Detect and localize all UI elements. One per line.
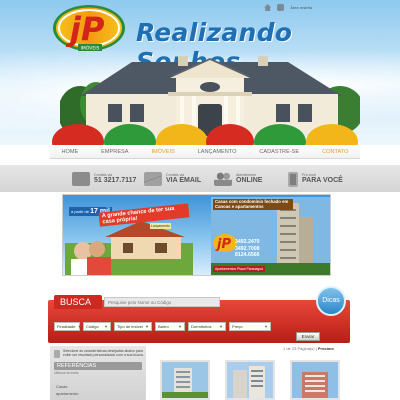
home-icon[interactable]	[264, 4, 272, 11]
select-preco[interactable]: Preço ▼	[229, 322, 271, 331]
contact-online[interactable]: Atendimento ONLINE	[214, 171, 262, 187]
listing-thumbnail[interactable]	[160, 360, 210, 400]
contact-app-text: PARA VOCÊ	[302, 177, 343, 185]
contact-email-text: VIA EMAIL	[166, 177, 202, 185]
select-bairro-label: Bairro	[158, 324, 169, 329]
select-tipo-imovel[interactable]: Tipo de imóvel ▼	[114, 322, 152, 331]
select-preco-label: Preço	[232, 324, 243, 329]
nav-imoveis[interactable]: IMÓVEIS	[151, 149, 174, 155]
sidebar-title: REFERÊNCIAS	[54, 362, 142, 370]
chevron-down-icon: ▼	[219, 324, 223, 329]
svg-text:jP: jP	[65, 10, 105, 48]
banner-right-title: Casas com condomínio fechado em Canoas e…	[213, 199, 293, 211]
listing-thumbnail[interactable]	[290, 360, 340, 400]
listing-photo	[292, 362, 338, 398]
contact-app[interactable]: Pra você PARA VOCÊ	[288, 171, 343, 187]
search-submit-button[interactable]: Enviar	[296, 332, 320, 341]
listing-photo	[227, 362, 273, 398]
sidebar: Selecione as características desejadas a…	[50, 346, 146, 400]
banner-price-small: a partir de	[71, 209, 90, 214]
chevron-down-icon: ▼	[145, 324, 149, 329]
mail-icon	[144, 172, 162, 186]
phone-icon	[72, 172, 90, 186]
search-tab[interactable]: BUSCA	[54, 295, 102, 309]
contact-strip: Contato via 51 3217.7117 Contato via VIA E…	[0, 165, 400, 192]
svg-text:jP: jP	[215, 237, 231, 252]
select-finalidade-label: Finalidade	[57, 324, 76, 329]
main-nav: HOME EMPRESA IMÓVEIS LANÇAMENTO CADASTRE…	[50, 145, 360, 159]
promo-banner[interactable]: a partir de 17 mil A grande chance de te…	[62, 194, 331, 276]
users-icon	[214, 172, 232, 186]
document-icon	[54, 350, 60, 358]
select-dormitorios[interactable]: Dormitórios ▼	[188, 322, 226, 331]
decorative-color-balls	[50, 124, 360, 145]
contact-phone-number: 51 3217.7117	[94, 177, 137, 185]
select-codigo-label: Código	[86, 324, 99, 329]
search-filters: Finalidade ▼ Código ▼ Tipo de imóvel ▼ Bair…	[54, 322, 271, 331]
nav-contato[interactable]: CONTATO	[322, 149, 348, 155]
pagination: 1 de 23 Página(s) | Próximo	[283, 346, 334, 351]
banner-left-label: Lançamento	[150, 223, 171, 229]
logo-subtext: IMÓVEIS	[81, 45, 100, 52]
select-bairro[interactable]: Bairro ▼	[155, 322, 185, 331]
listing-photo	[162, 362, 208, 398]
banner-phone-1: 3492.2470	[235, 239, 260, 245]
banner-right-footer: Apartamentos Plaza Paranaguá	[213, 266, 266, 272]
dicas-button[interactable]: Dicas	[316, 286, 346, 316]
contact-email[interactable]: Contato via VIA EMAIL	[144, 171, 201, 187]
chevron-down-icon: ▼	[264, 324, 268, 329]
pagination-next[interactable]: Próximo	[318, 346, 334, 351]
search-input[interactable]	[104, 297, 220, 307]
chevron-down-icon: ▼	[104, 324, 108, 329]
nav-cadastre-se[interactable]: CADASTRE-SE	[259, 149, 299, 155]
select-codigo[interactable]: Código ▼	[83, 322, 111, 331]
nav-empresa[interactable]: EMPRESA	[101, 149, 128, 155]
sidebar-intro: Selecione as características desejadas a…	[63, 349, 144, 358]
select-finalidade[interactable]: Finalidade ▼	[54, 322, 82, 331]
mobile-icon	[288, 171, 298, 187]
select-dormitorios-label: Dormitórios	[191, 324, 212, 329]
contact-phone[interactable]: Contato via 51 3217.7117	[72, 171, 136, 187]
search-panel: BUSCA Finalidade▼ Código▼ Tipo de imóvel…	[48, 295, 350, 343]
sidebar-category-apartamento[interactable]: apartamento	[56, 391, 78, 396]
contact-online-text: ONLINE	[236, 177, 263, 185]
nav-home[interactable]: HOME	[61, 149, 78, 155]
pagination-info: 1 de 23 Página(s) |	[283, 346, 317, 351]
chevron-down-icon: ▼	[77, 324, 82, 329]
banner-phone-3: 8124.6566	[235, 252, 260, 258]
sidebar-category-casas[interactable]: Casas	[56, 384, 67, 389]
nav-lancamento[interactable]: LANÇAMENTO	[198, 149, 237, 155]
top-links: Área restrita	[264, 4, 312, 11]
jp-logo[interactable]: jP IMÓVEIS	[52, 4, 126, 54]
site-header: Área restrita jP IMÓVEIS Realizando Sonh…	[0, 0, 400, 145]
restricted-area-link[interactable]: Área restrita	[290, 5, 312, 10]
lock-icon[interactable]	[277, 4, 285, 11]
banner-right-phones: 3492.2470 3492.7008 8124.6566	[235, 239, 260, 259]
sidebar-subtitle: Últimos imóveis	[54, 371, 79, 375]
select-tipo-label: Tipo de imóvel	[117, 324, 143, 329]
listing-thumbnail[interactable]	[225, 360, 275, 400]
chevron-down-icon: ▼	[178, 324, 182, 329]
